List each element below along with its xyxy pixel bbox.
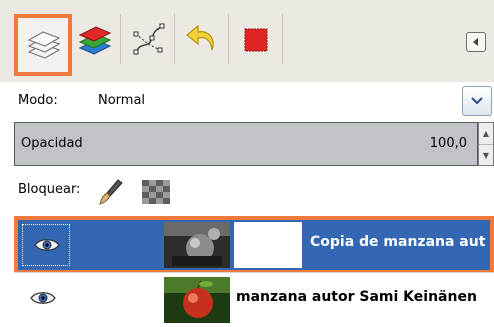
opacity-label: Opacidad bbox=[21, 136, 83, 151]
red-square-icon bbox=[244, 28, 268, 52]
mode-label: Modo: bbox=[18, 93, 58, 108]
eye-icon bbox=[30, 292, 56, 304]
chevron-down-icon bbox=[471, 97, 483, 105]
opacity-slider[interactable]: Opacidad 100,0 bbox=[14, 122, 478, 166]
tab-paths[interactable] bbox=[126, 18, 170, 62]
mode-select[interactable]: Normal bbox=[98, 93, 145, 108]
tab-color[interactable] bbox=[234, 18, 278, 62]
tab-layers[interactable] bbox=[14, 14, 72, 76]
tab-separator bbox=[174, 14, 175, 64]
lock-label: Bloquear: bbox=[18, 182, 81, 197]
tab-separator bbox=[120, 14, 121, 64]
paths-icon bbox=[133, 23, 165, 55]
checkerboard-icon bbox=[142, 180, 170, 204]
eye-icon bbox=[34, 239, 60, 251]
tab-separator bbox=[282, 14, 283, 64]
channels-icon bbox=[78, 26, 112, 55]
tab-undo[interactable] bbox=[180, 18, 224, 62]
layer-thumbnail-apple bbox=[164, 277, 230, 323]
paintbrush-icon bbox=[99, 179, 123, 205]
visibility-toggle[interactable] bbox=[32, 234, 62, 256]
layer-mask-thumbnail bbox=[234, 222, 302, 268]
lock-pixels-toggle[interactable] bbox=[98, 178, 124, 210]
tab-channels[interactable] bbox=[72, 18, 116, 62]
layer-thumbnail-grayscale bbox=[164, 222, 230, 268]
visibility-toggle[interactable] bbox=[28, 287, 58, 309]
triangle-left-icon bbox=[473, 38, 478, 46]
layer-name[interactable]: manzana autor Sami Keinänen bbox=[236, 289, 494, 305]
lock-alpha-toggle[interactable] bbox=[142, 180, 170, 204]
opacity-fill bbox=[15, 123, 477, 165]
layers-icon bbox=[27, 31, 61, 59]
undo-icon bbox=[186, 24, 214, 51]
spin-down-icon[interactable]: ▼ bbox=[479, 145, 493, 166]
dock-tab-bar bbox=[0, 0, 494, 82]
layer-name[interactable]: Copia de manzana autor Sami Keinänen bbox=[310, 234, 486, 250]
opacity-value: 100,0 bbox=[429, 136, 467, 151]
layer-row[interactable]: manzana autor Sami Keinänen bbox=[14, 272, 494, 327]
spin-up-icon[interactable]: ▲ bbox=[479, 123, 493, 145]
tab-separator bbox=[228, 14, 229, 64]
mode-dropdown-button[interactable] bbox=[462, 86, 492, 116]
layer-row-selected[interactable]: Copia de manzana autor Sami Keinänen bbox=[14, 216, 494, 274]
opacity-spinner[interactable]: ▲ ▼ bbox=[478, 122, 494, 166]
tab-menu-button[interactable] bbox=[466, 32, 486, 52]
